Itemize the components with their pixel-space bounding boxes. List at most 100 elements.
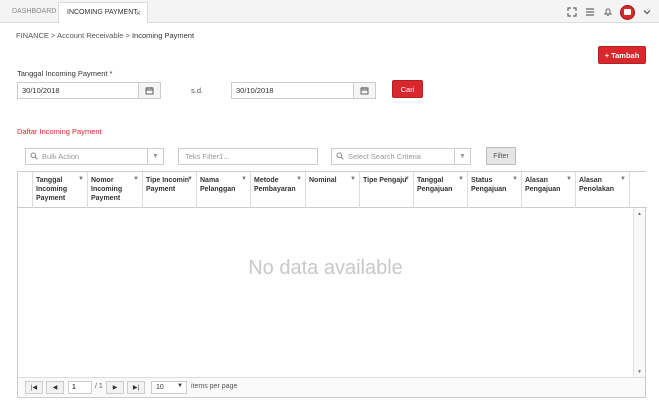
column-menu-icon[interactable]: ▼ [512,175,518,184]
column-header-label: Tanggal [417,177,444,184]
bulk-action-select[interactable]: Bulk Action ▼ [25,148,164,165]
page-size-select[interactable]: 10 ▼ [151,381,187,394]
column-header-label: Tipe Incomin [146,177,190,184]
column-header[interactable]: Tipe Pengaju ▼ [360,172,414,208]
date-from-input[interactable] [17,82,139,99]
column-header[interactable]: Alasan Penolakan ▼ [576,172,630,208]
column-menu-icon[interactable]: ▼ [404,175,410,184]
grid-body: No data available [18,209,633,377]
breadcrumb: FINANCE > Account Receivable > Incoming … [16,31,194,40]
date-to-input[interactable] [231,82,354,99]
filter-button[interactable]: Filter [486,147,516,165]
page-of-text: / 1 [95,383,103,390]
tambah-button[interactable]: + Tambah [598,46,646,64]
breadcrumb-separator: > [125,31,130,40]
search-icon [30,152,38,162]
column-header-label: Tipe Pengaju [363,177,407,184]
breadcrumb-separator: > [51,31,56,40]
breadcrumb-account-receivable[interactable]: Account Receivable [57,31,123,40]
column-header-label: Nomor [91,177,114,184]
column-header-label: Pengajuan [525,186,561,193]
tab-bar: DASHBOARD INCOMING PAYMENT × [0,0,659,23]
criteria-label: Select Search Criteria [348,152,421,161]
grid-header: Tanggal Incoming Payment ▼ Nomor Incoming Paym… [18,172,647,208]
column-menu-icon[interactable]: ▼ [296,175,302,184]
column-header[interactable]: Alasan Pengajuan ▼ [522,172,576,208]
chevron-down-icon[interactable] [641,6,653,18]
column-header[interactable]: Nomor Incoming Payment ▼ [88,172,143,208]
date-from-field [17,82,161,99]
column-header[interactable]: Nama Pelanggan ▼ [197,172,251,208]
first-page-button[interactable]: |◀ [25,381,43,394]
column-header-label: Payment [91,195,121,202]
column-header-label: Tanggal [36,177,63,184]
column-header-label: Pengajuan [471,186,507,193]
tab-incoming-payment[interactable]: INCOMING PAYMENT × [58,2,148,23]
scroll-up-icon[interactable]: ▲ [634,209,645,219]
tambah-label: Tambah [611,50,640,60]
column-header-label: Payment [146,186,176,193]
column-menu-icon[interactable]: ▼ [133,175,139,184]
text-filter-field [178,148,318,165]
chevron-down-icon[interactable]: ▼ [147,149,163,164]
column-header-label: Status [471,177,493,184]
pager: |◀ ◀ / 1 ▶ ▶| 10 ▼ items per page [18,377,645,397]
date-filter-label: Tanggal Incoming Payment * [17,69,113,78]
column-menu-icon[interactable]: ▼ [187,175,193,184]
menu-icon[interactable] [584,6,596,18]
last-page-button[interactable]: ▶| [127,381,145,394]
empty-message: No data available [248,257,403,279]
column-header-label: Metode [254,177,279,184]
section-title: Daftar Incoming Payment [17,127,102,136]
prev-page-button[interactable]: ◀ [46,381,64,394]
column-header[interactable]: Tipe Incomin Payment ▼ [143,172,197,208]
select-all-cell[interactable] [18,172,33,208]
column-menu-icon[interactable]: ▼ [78,175,84,184]
column-header-label: Nominal [309,177,337,184]
search-criteria-select[interactable]: Select Search Criteria ▼ [331,148,471,165]
next-page-button[interactable]: ▶ [106,381,124,394]
bell-icon[interactable] [602,6,614,18]
column-header-label: Pembayaran [254,186,296,193]
column-menu-icon[interactable]: ▼ [241,175,247,184]
cari-button[interactable]: Cari [392,80,423,98]
bulk-action-label: Bulk Action [42,152,80,161]
tab-label: INCOMING PAYMENT [67,9,138,16]
chevron-down-icon[interactable]: ▼ [454,149,470,164]
column-header-label: Alasan [525,177,548,184]
column-header[interactable]: Tanggal Pengajuan ▼ [414,172,468,208]
breadcrumb-finance[interactable]: FINANCE [16,31,49,40]
items-per-page-label: items per page [191,383,238,390]
scroll-down-icon[interactable]: ▼ [634,367,645,377]
column-header[interactable]: Metode Pembayaran ▼ [251,172,306,208]
close-icon[interactable]: × [136,3,141,23]
breadcrumb-current: Incoming Payment [131,31,195,40]
column-header[interactable]: Tanggal Incoming Payment ▼ [33,172,88,208]
column-menu-icon[interactable]: ▼ [620,175,626,184]
vertical-scrollbar[interactable]: ▲ ▼ [633,209,645,377]
plus-icon: + [604,50,610,60]
briefcase-icon [624,9,631,15]
calendar-icon[interactable] [139,82,161,99]
date-to-field [231,82,376,99]
column-header-label: Alasan [579,177,602,184]
column-header-label: Pelanggan [200,186,236,193]
column-header[interactable]: Nominal ▼ [306,172,360,208]
page-input[interactable] [68,381,92,394]
column-header-label: Penolakan [579,186,615,193]
avatar[interactable] [620,4,635,20]
chevron-down-icon: ▼ [177,383,183,389]
text-filter-input[interactable] [179,149,317,164]
column-header-label: Nama [200,177,220,184]
column-header[interactable]: Status Pengajuan ▼ [468,172,522,208]
column-menu-icon[interactable]: ▼ [350,175,356,184]
column-header-label: Incoming [91,186,123,193]
column-menu-icon[interactable]: ▼ [458,175,464,184]
tab-dashboard[interactable]: DASHBOARD [4,2,56,23]
column-header-label: Incoming [36,186,68,193]
column-menu-icon[interactable]: ▼ [566,175,572,184]
expand-icon[interactable] [566,6,578,18]
date-separator: s.d. [191,86,204,95]
calendar-icon[interactable] [354,82,376,99]
tab-label: DASHBOARD [12,8,57,15]
